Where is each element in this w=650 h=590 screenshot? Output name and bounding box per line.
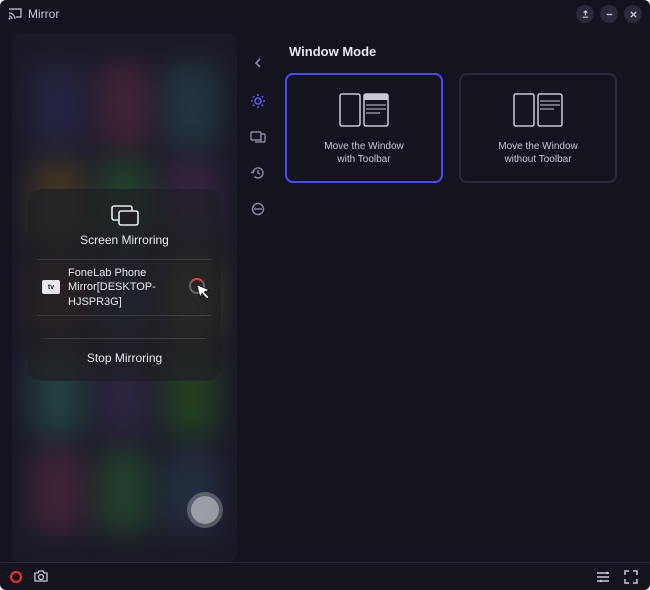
with-toolbar-illustration: [329, 90, 399, 130]
collapse-rail-button[interactable]: [247, 52, 269, 74]
list-view-button[interactable]: [594, 568, 612, 586]
minimize-button[interactable]: [600, 5, 618, 23]
stop-mirroring-button[interactable]: Stop Mirroring: [38, 339, 211, 369]
record-button[interactable]: [10, 571, 22, 583]
device-name: FoneLab Phone Mirror[DESKTOP-HJSPR3G]: [68, 266, 181, 309]
screen-mirroring-icon: [111, 205, 139, 227]
window-mode-with-toolbar[interactable]: Move the Window with Toolbar: [285, 73, 443, 183]
titlebar: Mirror: [0, 0, 650, 28]
cursor-icon: [195, 284, 211, 302]
bottom-bar: [0, 562, 650, 590]
settings-rail: [245, 34, 271, 562]
pin-button[interactable]: [576, 5, 594, 23]
panel-title: Window Mode: [285, 44, 632, 59]
device-connecting-status: [189, 278, 207, 296]
window-mode-without-toolbar[interactable]: Move the Window without Toolbar: [459, 73, 617, 183]
settings-icon[interactable]: [247, 90, 269, 112]
overlay-title: Screen Mirroring: [80, 233, 169, 247]
device-row[interactable]: tv FoneLab Phone Mirror[DESKTOP-HJSPR3G]: [38, 259, 211, 316]
history-icon[interactable]: [247, 162, 269, 184]
card-label: Move the Window with Toolbar: [324, 140, 403, 166]
app-window: Mirror: [0, 0, 650, 590]
main-area: Screen Mirroring tv FoneLab Phone Mirror…: [0, 28, 650, 562]
phone-preview: Screen Mirroring tv FoneLab Phone Mirror…: [12, 34, 237, 562]
cast-icon: [8, 8, 22, 20]
appletv-icon: tv: [42, 280, 60, 294]
fullscreen-button[interactable]: [622, 568, 640, 586]
without-toolbar-illustration: [503, 90, 573, 130]
card-label: Move the Window without Toolbar: [498, 140, 577, 166]
settings-panel: Window Mode Move the Wi: [279, 34, 638, 562]
device-icon[interactable]: [247, 126, 269, 148]
brightness-icon[interactable]: [247, 198, 269, 220]
close-button[interactable]: [624, 5, 642, 23]
app-title: Mirror: [28, 7, 59, 21]
airplay-overlay: Screen Mirroring tv FoneLab Phone Mirror…: [28, 189, 221, 381]
assistive-touch-button[interactable]: [191, 496, 219, 524]
screenshot-button[interactable]: [32, 568, 50, 586]
